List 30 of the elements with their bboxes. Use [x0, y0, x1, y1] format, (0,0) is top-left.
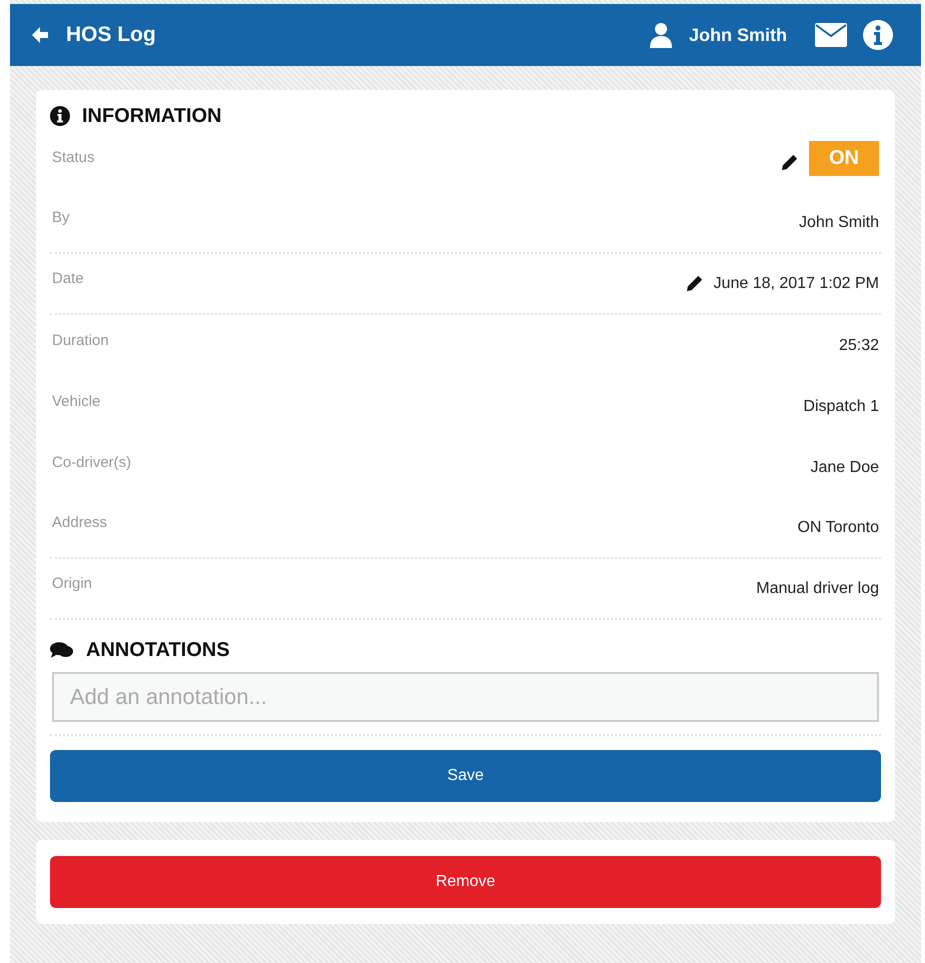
field-label: Status	[52, 149, 95, 166]
field-label: Vehicle	[52, 393, 100, 410]
field-label: Date	[52, 270, 84, 287]
field-value: June 18, 2017 1:02 PM	[714, 274, 879, 292]
annotation-field[interactable]: Add an annotation...	[52, 672, 879, 722]
user-icon	[649, 22, 673, 48]
mail-icon[interactable]	[815, 23, 847, 47]
section-title: ANNOTATIONS	[86, 638, 230, 662]
pencil-icon[interactable]	[780, 153, 799, 172]
back-icon[interactable]	[30, 25, 50, 45]
info-icon	[50, 106, 70, 126]
field-label: Address	[52, 514, 108, 531]
section-title: INFORMATION	[82, 104, 222, 128]
pencil-icon[interactable]	[684, 274, 704, 293]
field-label: Co-driver(s)	[52, 454, 132, 471]
remove-button[interactable]: Remove	[50, 856, 881, 908]
speech-bubbles-icon	[50, 640, 74, 660]
field-value: 25:32	[838, 336, 879, 354]
info-icon[interactable]	[863, 20, 893, 50]
user-name[interactable]: John Smith	[689, 24, 787, 46]
save-button[interactable]: Save	[50, 750, 881, 802]
field-label: Duration	[52, 332, 109, 349]
field-value: Dispatch 1	[803, 398, 879, 416]
field-value: John Smith	[798, 214, 879, 232]
field-value: Manual driver log	[756, 580, 879, 598]
field-label: By	[52, 209, 70, 226]
field-value: ON Toronto	[797, 518, 879, 536]
field-label: Origin	[52, 575, 92, 592]
page-title: HOS Log	[66, 23, 156, 47]
field-value: Jane Doe	[810, 458, 879, 476]
